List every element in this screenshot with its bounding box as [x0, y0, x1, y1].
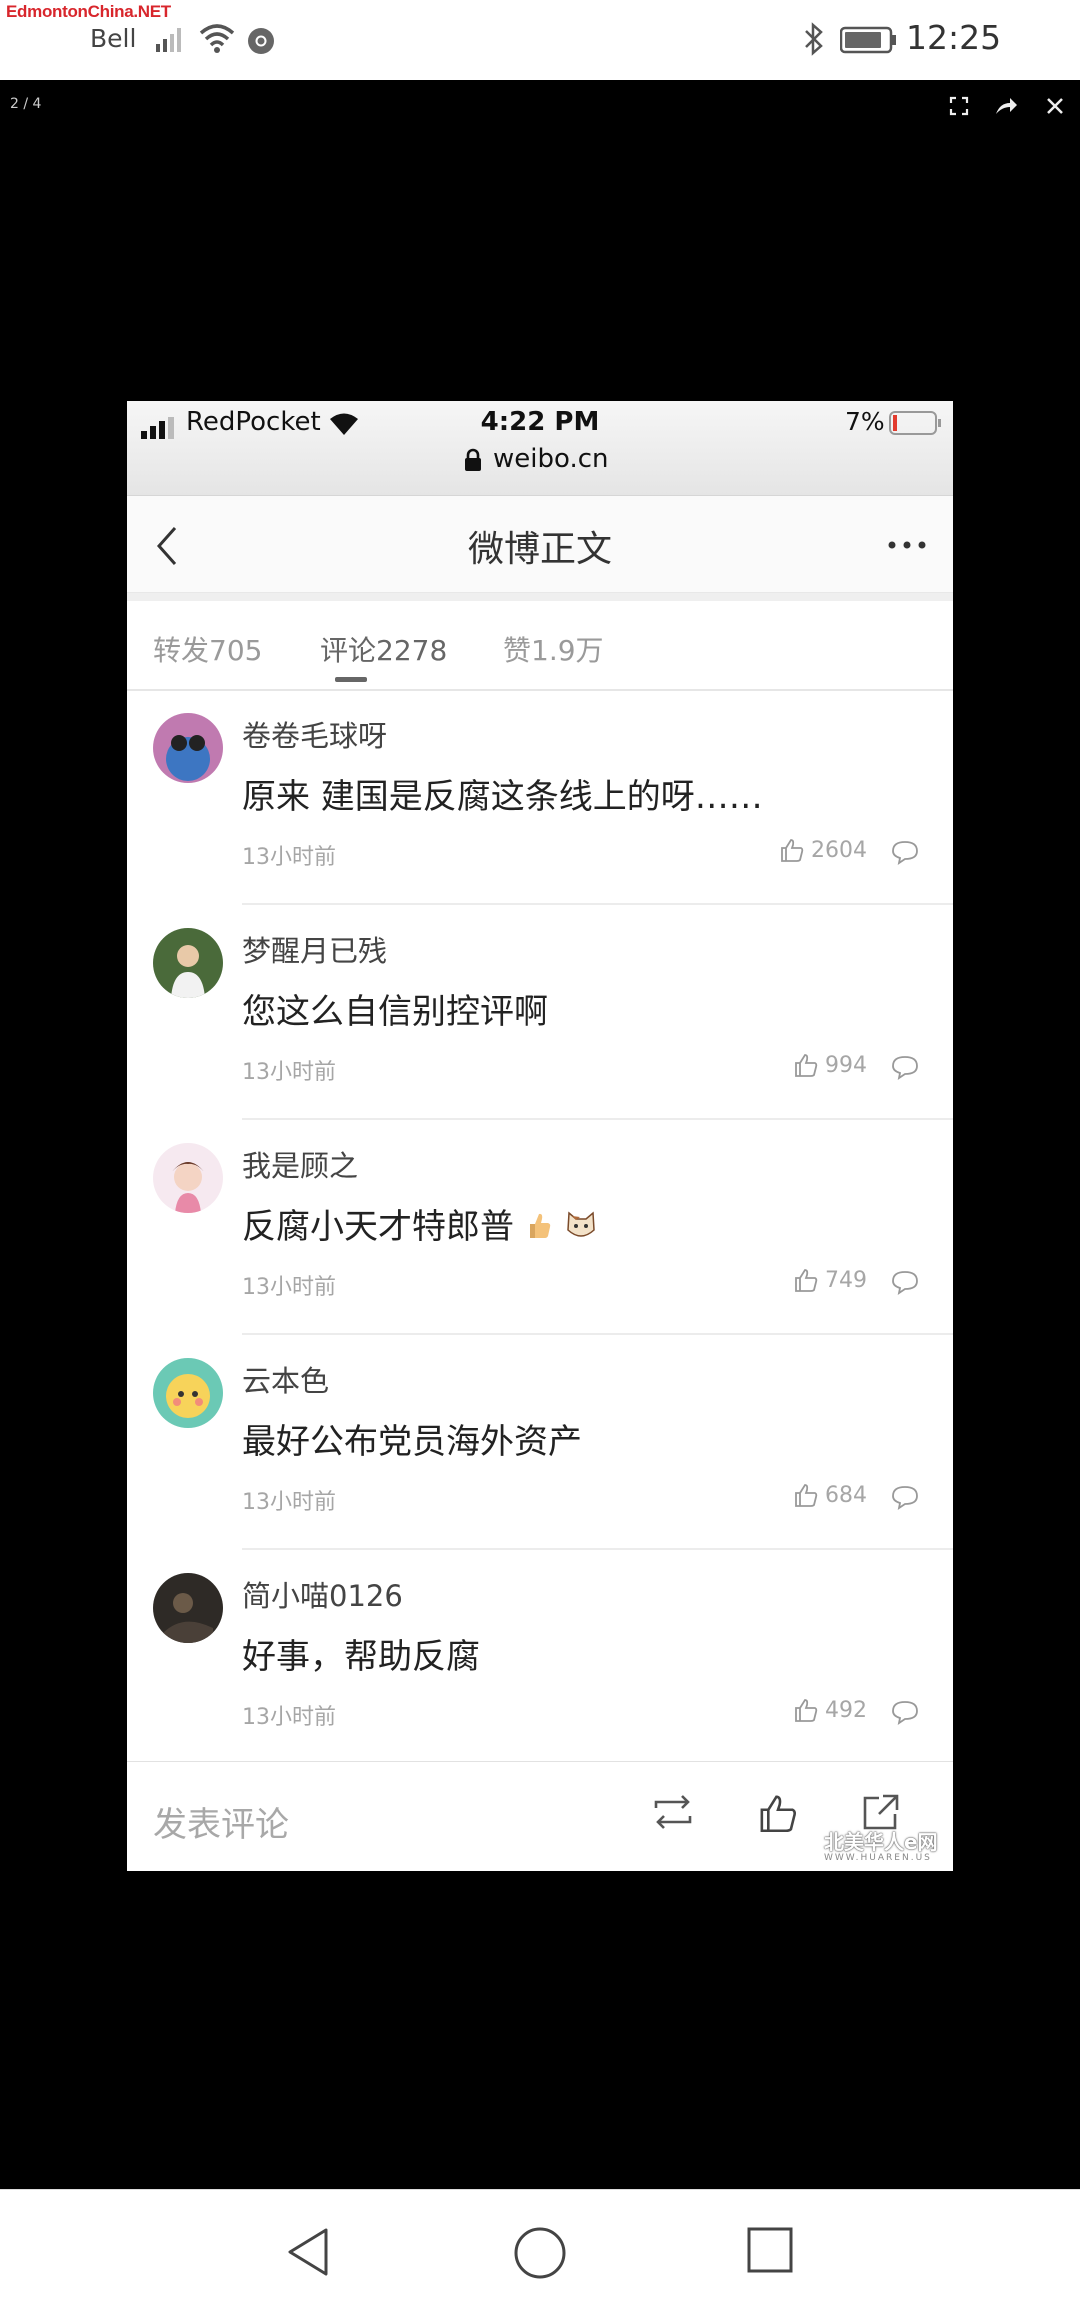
site-watermark: 北美华人e网 WWW.HUAREN.US [824, 1826, 938, 1863]
comment-icon[interactable] [890, 1269, 920, 1295]
thumbs-up-icon [795, 1269, 818, 1292]
comment-item: 卷卷毛球呀 原来 建国是反腐这条线上的呀…… 13小时前 2604 [127, 691, 953, 905]
comment-icon[interactable] [890, 1484, 920, 1510]
comment-input[interactable]: 发表评论 [153, 1797, 289, 1846]
comment-icon[interactable] [890, 1054, 920, 1080]
home-icon[interactable] [513, 2226, 567, 2280]
carrier-name: Bell [90, 24, 137, 53]
divider [242, 1118, 953, 1120]
tab-bar: 转发705 评论2278 赞1.9万 [127, 601, 953, 691]
avatar[interactable] [153, 1358, 223, 1428]
thumbs-up-icon [795, 1699, 818, 1722]
comment-text: 好事，帮助反腐 [242, 1637, 480, 1677]
system-status-bar: EdmontonChina.NET Bell 12:25 [0, 0, 1080, 80]
tab-likes[interactable]: 赞1.9万 [503, 629, 604, 669]
comment-text: 原来 建国是反腐这条线上的呀…… [242, 777, 763, 817]
comment-icon[interactable] [890, 1699, 920, 1725]
comment-item: 云本色 最好公布党员海外资产 13小时前 684 [127, 1336, 953, 1550]
avatar[interactable] [153, 1143, 223, 1213]
avatar[interactable] [153, 713, 223, 783]
like-button[interactable]: 2604 [779, 837, 867, 863]
comment-item: 我是顾之 反腐小天才特郎普 13小时前 749 [127, 1121, 953, 1335]
like-button[interactable]: 994 [793, 1052, 867, 1078]
active-tab-indicator [335, 677, 367, 682]
comment-username[interactable]: 我是顾之 [242, 1143, 358, 1185]
thumbs-up-icon [795, 1054, 818, 1077]
share-icon[interactable] [992, 92, 1020, 120]
battery-icon [889, 411, 941, 435]
weibo-header: 微博正文 [127, 496, 953, 593]
inner-clock: 4:22 PM [480, 407, 600, 437]
like-count: 2604 [811, 837, 867, 863]
comment-icon[interactable] [890, 839, 920, 865]
watermark-subtext: WWW.HUAREN.US [824, 1853, 932, 1863]
page-title: 微博正文 [467, 529, 612, 570]
comment-item: 简小喵0126 好事，帮助反腐 13小时前 492 [127, 1551, 953, 1765]
wifi-icon [199, 24, 235, 53]
fullscreen-icon[interactable] [945, 92, 973, 120]
comment-text: 最好公布党员海外资产 [242, 1422, 582, 1462]
avatar[interactable] [153, 928, 223, 998]
like-count: 994 [825, 1052, 867, 1078]
divider [242, 1333, 953, 1335]
repost-icon[interactable] [650, 1792, 696, 1832]
tab-reposts[interactable]: 转发705 [153, 629, 262, 669]
inner-status-bar: RedPocket 4:22 PM 7% weibo.cn [127, 401, 953, 496]
site-watermark: EdmontonChina.NET [6, 2, 171, 21]
comment-username[interactable]: 卷卷毛球呀 [242, 713, 387, 755]
like-button[interactable]: 492 [793, 1697, 867, 1723]
comment-time: 13小时前 [242, 845, 336, 870]
lock-icon [465, 448, 481, 471]
like-count: 492 [825, 1697, 867, 1723]
comment-text: 您这么自信别控评啊 [242, 992, 548, 1032]
battery-icon [840, 26, 896, 54]
comment-text: 反腐小天才特郎普 [242, 1199, 598, 1248]
url-bar[interactable]: weibo.cn [493, 444, 608, 474]
thumbs-up-icon [795, 1484, 818, 1507]
thumbs-up-icon[interactable] [757, 1792, 799, 1834]
comment-username[interactable]: 云本色 [242, 1358, 329, 1400]
comment-item: 梦醒月已残 您这么自信别控评啊 13小时前 994 [127, 906, 953, 1120]
like-count: 749 [825, 1267, 867, 1293]
clock: 12:25 [906, 18, 1002, 57]
more-icon[interactable] [887, 540, 927, 550]
tab-comments[interactable]: 评论2278 [320, 629, 447, 669]
embedded-screenshot: RedPocket 4:22 PM 7% weibo.cn 微博正文 转发705… [127, 401, 953, 1871]
comment-time: 13小时前 [242, 1490, 336, 1515]
section-gap [127, 593, 953, 601]
bluetooth-icon [805, 22, 823, 56]
like-button[interactable]: 684 [793, 1482, 867, 1508]
thumbs-up-emoji [529, 1213, 551, 1238]
close-icon[interactable] [1041, 92, 1069, 120]
image-counter: 2 / 4 [10, 96, 42, 112]
comment-text-content: 反腐小天才特郎普 [242, 1207, 514, 1247]
comment-time: 13小时前 [242, 1705, 336, 1730]
battery-percent: 7% [845, 407, 885, 436]
recents-icon[interactable] [746, 2226, 794, 2274]
comment-username[interactable]: 梦醒月已残 [242, 928, 387, 970]
back-icon[interactable] [284, 2226, 334, 2278]
divider [242, 1548, 953, 1550]
like-button[interactable]: 749 [793, 1267, 867, 1293]
signal-icon [156, 28, 181, 52]
avatar[interactable] [153, 1573, 223, 1643]
divider [242, 903, 953, 905]
watermark-text: 北美华人e网 [824, 1830, 938, 1854]
thumbs-up-icon [781, 839, 804, 862]
system-nav-bar [0, 2189, 1080, 2313]
comment-time: 13小时前 [242, 1275, 336, 1300]
comment-time: 13小时前 [242, 1060, 336, 1085]
chrome-icon [248, 28, 274, 54]
like-count: 684 [825, 1482, 867, 1508]
comment-username[interactable]: 简小喵0126 [242, 1573, 403, 1615]
cat-emoji [566, 1211, 595, 1237]
